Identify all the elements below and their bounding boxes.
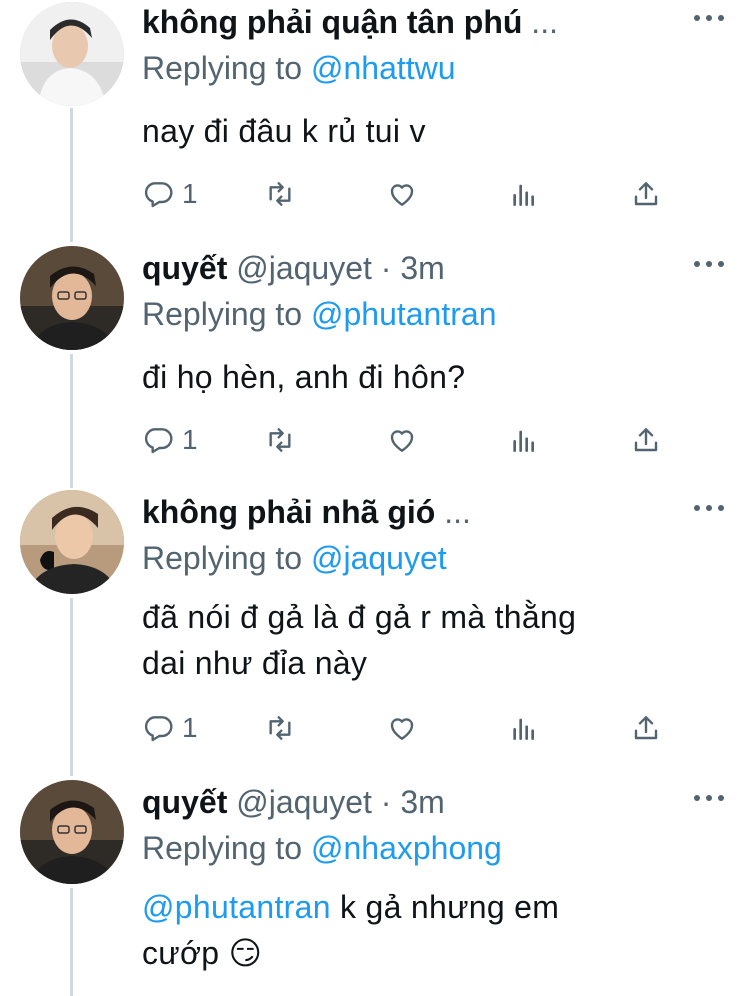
tweet-header: quyết @jaquyet · 3m — [142, 780, 690, 824]
tweet-text-fragment: k gả nhưng em — [330, 889, 560, 925]
more-icon[interactable] — [694, 6, 724, 30]
replying-mention[interactable]: @jaquyet — [311, 540, 447, 576]
tweet-text: đã nói đ gả là đ gả r mà thằng dai như đ… — [142, 594, 702, 686]
replying-label: Replying to — [142, 540, 303, 576]
tweet-text-line: @phutantran k gả nhưng em — [142, 884, 702, 930]
display-name[interactable]: không phải nhã gió — [142, 494, 435, 530]
share-icon — [634, 182, 658, 206]
avatar[interactable] — [20, 2, 124, 106]
tweet-actions: 1 — [142, 420, 682, 460]
replying-to: Replying to @nhattwu — [142, 46, 456, 90]
analytics-icon — [513, 718, 534, 740]
tweet-text-line: dai như đỉa này — [142, 645, 368, 681]
avatar[interactable] — [20, 780, 124, 884]
reply-count: 1 — [182, 712, 198, 743]
reply-icon — [144, 716, 173, 742]
avatar-photo — [20, 780, 124, 884]
reply-icon — [144, 182, 173, 208]
share-icon — [634, 428, 658, 452]
tweet-text-line: đã nói đ gả là đ gả r mà thằng — [142, 599, 577, 635]
tweet-text: nay đi đâu k rủ tui v — [142, 108, 702, 154]
replying-to: Replying to @jaquyet — [142, 536, 447, 580]
like-icon — [390, 184, 414, 206]
replying-to: Replying to @phutantran — [142, 292, 496, 336]
replying-label: Replying to — [142, 296, 303, 332]
avatar-photo — [20, 490, 124, 594]
tweet-actions: 1 — [142, 708, 682, 748]
tweet-text-line: đi họ hèn, anh đi hôn? — [142, 359, 466, 395]
more-icon[interactable] — [694, 252, 724, 276]
retweet-icon — [269, 716, 291, 740]
more-icon[interactable] — [694, 786, 724, 810]
like-icon — [390, 430, 414, 452]
tweet-header: không phải nhã gió ... — [142, 490, 690, 534]
retweet-button[interactable] — [264, 708, 296, 748]
retweet-button[interactable] — [264, 420, 296, 460]
user-handle[interactable]: @jaquyet — [236, 250, 372, 286]
thread-line — [70, 888, 73, 996]
reply-button[interactable]: 1 — [142, 174, 198, 214]
reply-button[interactable]: 1 — [142, 420, 198, 460]
avatar[interactable] — [20, 246, 124, 350]
like-button[interactable] — [386, 708, 418, 748]
like-icon — [390, 718, 414, 740]
thread-line — [70, 108, 73, 242]
name-ellipsis: ... — [531, 4, 558, 40]
reply-count: 1 — [182, 424, 198, 455]
dot-separator: · — [380, 784, 392, 820]
reply-button[interactable]: 1 — [142, 708, 198, 748]
replying-label: Replying to — [142, 830, 303, 866]
user-handle[interactable]: @jaquyet — [236, 784, 372, 820]
tweet-text-line: nay đi đâu k rủ tui v — [142, 113, 426, 149]
replying-label: Replying to — [142, 50, 303, 86]
share-button[interactable] — [630, 420, 662, 460]
analytics-button[interactable] — [508, 420, 540, 460]
retweet-icon — [269, 428, 291, 452]
reply-count: 1 — [182, 178, 198, 209]
replying-mention[interactable]: @phutantran — [311, 296, 497, 332]
retweet-icon — [269, 182, 291, 206]
reply-icon — [144, 428, 173, 454]
timestamp[interactable]: 3m — [400, 784, 444, 820]
tweet-header: quyết @jaquyet · 3m — [142, 246, 690, 290]
display-name[interactable]: quyết — [142, 784, 227, 820]
analytics-button[interactable] — [508, 174, 540, 214]
share-button[interactable] — [630, 708, 662, 748]
tweet-text-line: cướp 😏 — [142, 935, 263, 971]
like-button[interactable] — [386, 420, 418, 460]
thread-line — [70, 354, 73, 488]
timestamp[interactable]: 3m — [400, 250, 444, 286]
analytics-icon — [513, 184, 534, 206]
more-icon[interactable] — [694, 496, 724, 520]
avatar-photo — [20, 246, 124, 350]
display-name[interactable]: quyết — [142, 250, 227, 286]
avatar-photo — [20, 2, 124, 106]
body-mention[interactable]: @phutantran — [142, 889, 331, 925]
dot-separator: · — [380, 250, 392, 286]
display-name[interactable]: không phải quận tân phú — [142, 4, 522, 40]
avatar[interactable] — [20, 490, 124, 594]
replying-to: Replying to @nhaxphong — [142, 826, 502, 870]
replying-mention[interactable]: @nhaxphong — [311, 830, 502, 866]
share-icon — [634, 716, 658, 740]
name-ellipsis: ... — [444, 494, 471, 530]
analytics-icon — [513, 430, 534, 452]
retweet-button[interactable] — [264, 174, 296, 214]
analytics-button[interactable] — [508, 708, 540, 748]
replying-mention[interactable]: @nhattwu — [311, 50, 456, 86]
tweet-actions: 1 — [142, 174, 682, 214]
tweet-text: @phutantran k gả nhưng em cướp 😏 — [142, 884, 702, 976]
like-button[interactable] — [386, 174, 418, 214]
tweet-text: đi họ hèn, anh đi hôn? — [142, 354, 702, 400]
tweet-header: không phải quận tân phú ... — [142, 0, 690, 44]
share-button[interactable] — [630, 174, 662, 214]
thread-line — [70, 598, 73, 776]
